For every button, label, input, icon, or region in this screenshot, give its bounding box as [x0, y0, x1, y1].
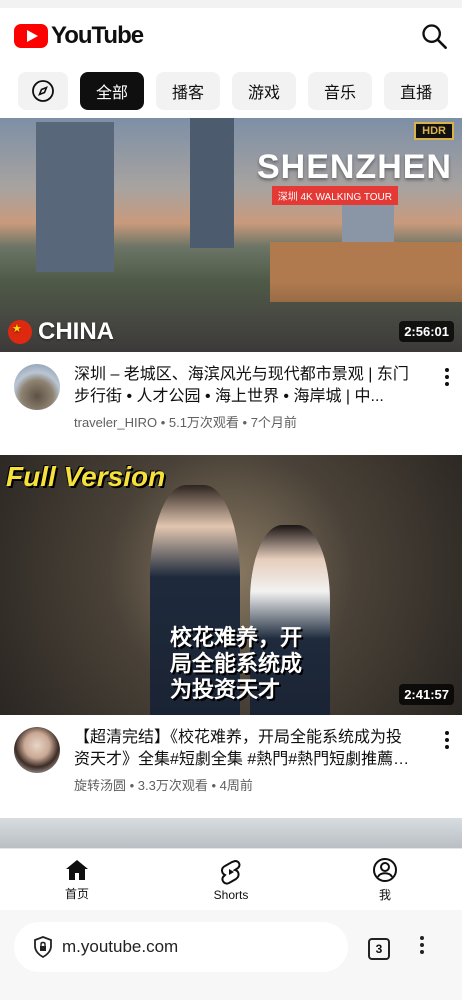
url-text[interactable]: m.youtube.com: [62, 937, 178, 957]
nav-item-label: 首页: [64, 887, 89, 901]
youtube-logo-text: YouTube: [51, 22, 144, 49]
search-icon[interactable]: [420, 22, 448, 50]
tab-switcher-button[interactable]: 3: [368, 938, 390, 960]
thumbnail-building: [36, 122, 114, 272]
video-title[interactable]: 深圳 – 老城区、海滨风光与现代都市景观 | 东门步行街 • 人才公园 • 海上…: [74, 364, 410, 408]
video-text-block[interactable]: 【超清完结】《校花难养，开局全能系统成为投资天才》全集#短劇全集 #熱門#熱門短…: [74, 727, 432, 794]
browser-menu-icon[interactable]: [420, 936, 424, 954]
more-options-icon[interactable]: [432, 364, 462, 431]
top-app-bar: YouTube: [0, 8, 462, 64]
nav-item-label: Shorts: [213, 887, 249, 902]
hdr-badge: HDR: [414, 122, 454, 140]
thumbnail-title-text: SHENZHEN: [256, 148, 452, 186]
video-title[interactable]: 【超清完结】《校花难养，开局全能系统成为投资天才》全集#短劇全集 #熱門#熱門短…: [74, 727, 410, 771]
nav-item-home[interactable]: 首页: [0, 849, 154, 911]
system-gesture-bar: [0, 988, 462, 1000]
video-meta-row: 深圳 – 老城区、海滨风光与现代都市景观 | 东门步行街 • 人才公园 • 海上…: [0, 364, 462, 431]
channel-avatar[interactable]: [14, 364, 60, 410]
profile-icon: [373, 858, 397, 882]
nav-item-label: 我: [378, 888, 391, 902]
video-subtitle: 旋转汤圆 • 3.3万次观看 • 4周前: [74, 778, 253, 793]
category-chips: 全部 播客 游戏 音乐 直播: [0, 64, 462, 118]
thumbnail-country-text: CHINA: [38, 318, 114, 345]
address-bar[interactable]: m.youtube.com: [14, 922, 348, 972]
nav-item-shorts[interactable]: Shorts: [154, 849, 308, 911]
youtube-logo[interactable]: YouTube: [14, 22, 144, 50]
chip-all[interactable]: 全部: [80, 72, 145, 110]
bottom-navigation: 首页 Shorts 我: [0, 848, 462, 911]
chip-gaming[interactable]: 游戏: [232, 72, 297, 110]
video-thumbnail[interactable]: HDR SHENZHEN 深圳 4K WALKING TOUR CHINA 2:…: [0, 118, 462, 352]
video-text-block[interactable]: 深圳 – 老城区、海滨风光与现代都市景观 | 东门步行街 • 人才公园 • 海上…: [74, 364, 432, 431]
full-version-badge: Full Version: [6, 461, 166, 492]
thumbnail-title-text: 校花难养，开局全能系统成为投资天才: [170, 625, 303, 702]
video-thumbnail[interactable]: Full Version 校花难养，开局全能系统成为投资天才 2:41:57: [0, 455, 462, 715]
home-icon: [66, 860, 88, 880]
shorts-icon: [221, 859, 241, 884]
browser-toolbar: m.youtube.com 3: [0, 910, 462, 1000]
status-bar: [0, 0, 462, 8]
thumbnail-building: [190, 118, 234, 248]
thumbnail-country-label: CHINA: [8, 318, 114, 346]
video-subtitle: traveler_HIRO • 5.1万次观看 • 7个月前: [74, 415, 297, 430]
nav-item-you[interactable]: 我: [308, 849, 462, 911]
chip-music[interactable]: 音乐: [308, 72, 373, 110]
site-settings-icon[interactable]: [32, 936, 54, 958]
chip-podcasts[interactable]: 播客: [156, 72, 221, 110]
channel-avatar[interactable]: [14, 727, 60, 773]
thumbnail-subtitle-text: 深圳 4K WALKING TOUR: [271, 186, 398, 205]
video-thumbnail[interactable]: [0, 818, 462, 848]
video-meta-row: 【超清完结】《校花难养，开局全能系统成为投资天才》全集#短劇全集 #熱門#熱門短…: [0, 727, 462, 794]
compass-icon: [32, 80, 54, 102]
more-options-icon[interactable]: [432, 727, 462, 794]
chip-live[interactable]: 直播: [384, 72, 449, 110]
china-flag-icon: [8, 320, 32, 344]
youtube-play-icon: [14, 24, 48, 48]
video-duration: 2:41:57: [399, 684, 454, 705]
video-duration: 2:56:01: [399, 321, 454, 342]
explore-button[interactable]: [18, 72, 68, 110]
